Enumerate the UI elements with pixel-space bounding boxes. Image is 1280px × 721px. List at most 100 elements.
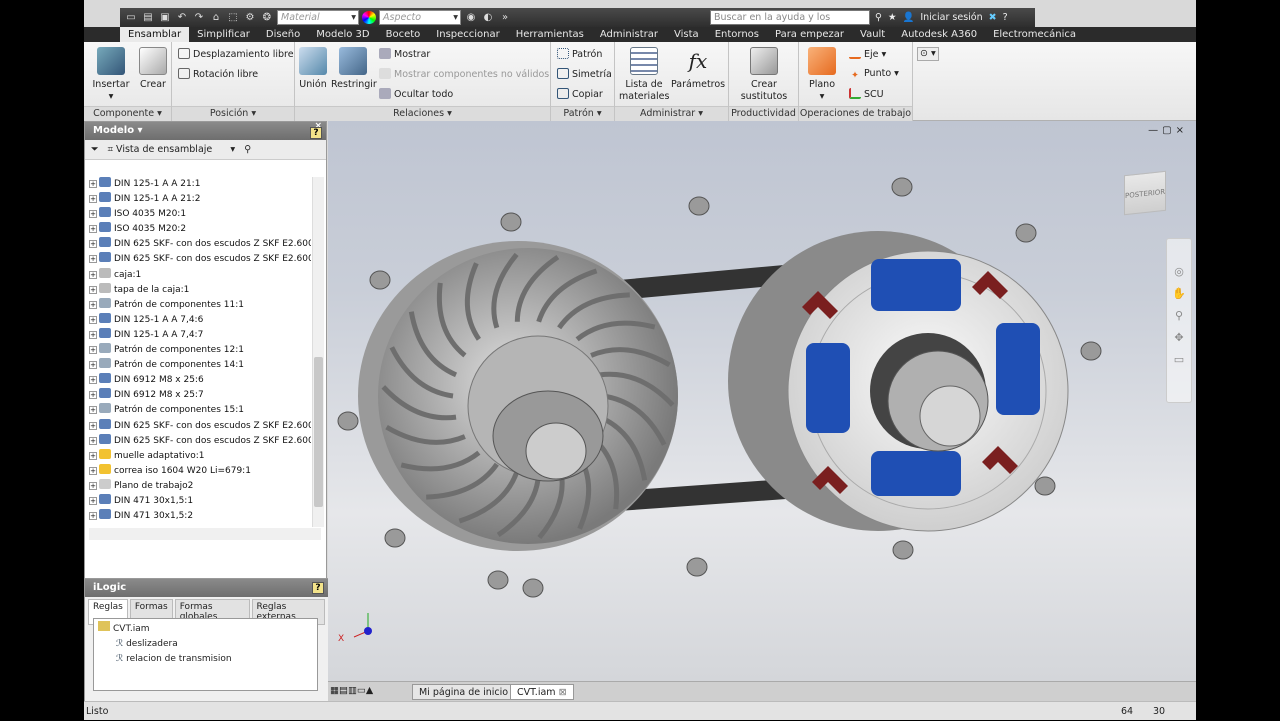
expand-icon[interactable]: + [89,195,97,204]
adjust-icon[interactable]: ◐ [481,11,495,24]
tree-item[interactable]: + Patrón de componentes 11:1 [89,297,311,313]
help-search-input[interactable]: Buscar en la ayuda y los comanc [710,10,870,36]
pattern-button[interactable]: Patrón [557,48,602,61]
tree-item[interactable]: + correa iso 1604 W20 Li=679:1 [89,463,311,479]
tree-item[interactable]: + DIN 625 SKF- con dos escudos Z SKF E2.6… [89,252,311,267]
settings-icon[interactable]: ❂ [260,11,274,24]
tree-vertical-scrollbar[interactable] [312,177,324,527]
rule-item[interactable]: ℛ relacion de transmision [98,652,313,667]
tree-item[interactable]: + DIN 125-1 A A 7,4:6 [89,312,311,328]
expand-icon[interactable]: + [89,255,97,264]
tree-item[interactable]: + DIN 625 SKF- con dos escudos Z SKF E2.6… [89,237,311,252]
tree-item[interactable]: + DIN 625 SKF- con dos escudos Z SKF E2.6… [89,433,311,449]
signin-link[interactable]: Iniciar sesión [920,10,982,25]
bom-button[interactable]: Lista de materiales [619,47,669,103]
show-button[interactable]: Mostrar [379,48,430,61]
expand-icon[interactable]: + [89,300,97,309]
pan-icon[interactable]: ✋ [1167,283,1191,305]
tab-electromecanica[interactable]: Electromecánica [985,27,1084,42]
undo-icon[interactable]: ↶ [175,11,189,24]
point-button[interactable]: ✦ Punto ▾ [849,68,899,81]
zoom-icon[interactable]: ⚲ [1167,305,1191,327]
expand-icon[interactable]: + [89,210,97,219]
tree-item[interactable]: + ISO 4035 M20:1 [89,207,311,222]
expand-icon[interactable]: + [89,481,97,490]
expand-icon[interactable]: + [89,225,97,234]
tab-inspeccionar[interactable]: Inspeccionar [428,27,507,42]
tree-item[interactable]: + ISO 4035 M20:2 [89,222,311,237]
tree-item[interactable]: + muelle adaptativo:1 [89,448,311,464]
expand-icon[interactable]: + [89,376,97,385]
expand-icon[interactable]: + [89,391,97,400]
copy-button[interactable]: Copiar [557,88,603,101]
panel-label-posicion[interactable]: Posición ▾ [172,106,294,121]
ilogic-root[interactable]: CVT.iam [98,621,313,637]
tab-simplificar[interactable]: Simplificar [189,27,258,42]
tab-boceto[interactable]: Boceto [378,27,429,42]
doc-tab-cvt[interactable]: CVT.iam ⊠ [510,684,574,700]
view-selector[interactable]: ⌗ Vista de ensamblaje ▾ [108,144,235,155]
close-tab-icon[interactable]: ⊠ [559,687,567,698]
plane-button[interactable]: Plano ▾ [803,47,841,103]
help-icon[interactable]: ? [1003,10,1008,25]
clear-appearance-icon[interactable]: ◉ [464,11,478,24]
tab-entornos[interactable]: Entornos [707,27,767,42]
panel-label-administrar[interactable]: Administrar ▾ [615,106,728,121]
expand-icon[interactable]: + [89,496,97,505]
redo-icon[interactable]: ↷ [192,11,206,24]
expand-icon[interactable]: + [89,240,97,249]
tree-item[interactable]: + Plano de trabajo2 [89,478,311,494]
create-button[interactable]: Crear [136,47,170,91]
tree-item[interactable]: + DIN 6912 M8 x 25:7 [89,388,311,403]
panel-label-relaciones[interactable]: Relaciones ▾ [295,106,550,121]
hide-all-button[interactable]: Ocultar todo [379,88,453,101]
expand-icon[interactable]: + [89,466,97,475]
insert-button[interactable]: Insertar ▾ [90,47,132,103]
favorite-icon[interactable]: ★ [888,10,897,25]
tree-item[interactable]: + DIN 625 SKF- con dos escudos Z SKF E2.6… [89,418,311,434]
tree-horizontal-scrollbar[interactable] [89,528,321,540]
tree-item[interactable]: + Patrón de componentes 14:1 [89,358,311,373]
tree-item[interactable]: + Patrón de componentes 12:1 [89,343,311,358]
tree-item[interactable]: + Patrón de componentes 15:1 [89,403,311,418]
parameters-button[interactable]: fx Parámetros [671,47,725,91]
save-icon[interactable]: ▣ [158,11,172,24]
tree-item[interactable]: + caja:1 [89,267,311,283]
steering-wheel-icon[interactable]: ◎ [1167,261,1191,283]
expand-icon[interactable]: + [89,512,97,521]
model-panel-header[interactable]: Modelo ▾ ×? [85,121,326,140]
expand-icon[interactable]: + [89,406,97,415]
tree-item[interactable]: + DIN 471 30x1,5:1 [89,493,311,509]
ribbon-options-button[interactable]: ⊙ ▾ [917,47,939,61]
tree-item[interactable]: + DIN 125-1 A A 7,4:7 [89,327,311,343]
expand-icon[interactable]: + [89,346,97,355]
select-icon[interactable]: ⬚ [226,11,240,24]
expand-icon[interactable]: + [89,421,97,430]
tab-a360[interactable]: Autodesk A360 [893,27,985,42]
find-icon[interactable]: ⚲ [244,144,251,155]
tab-para-empezar[interactable]: Para empezar [767,27,852,42]
tree-item[interactable]: + tapa de la caja:1 [89,282,311,298]
ilogic-help-icon[interactable]: ? [312,582,324,594]
expand-icon[interactable]: + [89,330,97,339]
update-icon[interactable]: ⚙ [243,11,257,24]
expand-icon[interactable]: + [89,285,97,294]
restrict-button[interactable]: Restringir [331,47,377,91]
aspect-dropdown[interactable]: Aspecto [379,10,461,25]
ucs-button[interactable]: SCU [849,88,884,101]
tree-item[interactable]: + DIN 125-1 A A 21:2 [89,192,311,207]
tab-vista[interactable]: Vista [666,27,707,42]
help-icon[interactable]: ? [310,127,322,139]
panel-label-patron[interactable]: Patrón ▾ [551,106,614,121]
orbit-icon[interactable]: ✥ [1167,327,1191,349]
expand-icon[interactable]: + [89,361,97,370]
binoculars-icon[interactable]: ⚲ [875,10,882,25]
tab-vault[interactable]: Vault [852,27,893,42]
tree-item[interactable]: + DIN 6912 M8 x 25:6 [89,373,311,388]
free-rotate-button[interactable]: Rotación libre [178,68,258,81]
rule-item[interactable]: ℛ deslizadera [98,637,313,652]
tab-ensamblar[interactable]: Ensamblar [120,27,190,42]
axis-button[interactable]: Eje ▾ [849,48,886,61]
graphics-viewport[interactable]: —▢× X POSTERIOR ◎ ✋ ⚲ ✥ ▭ [328,121,1196,681]
look-at-icon[interactable]: ▭ [1167,349,1191,371]
